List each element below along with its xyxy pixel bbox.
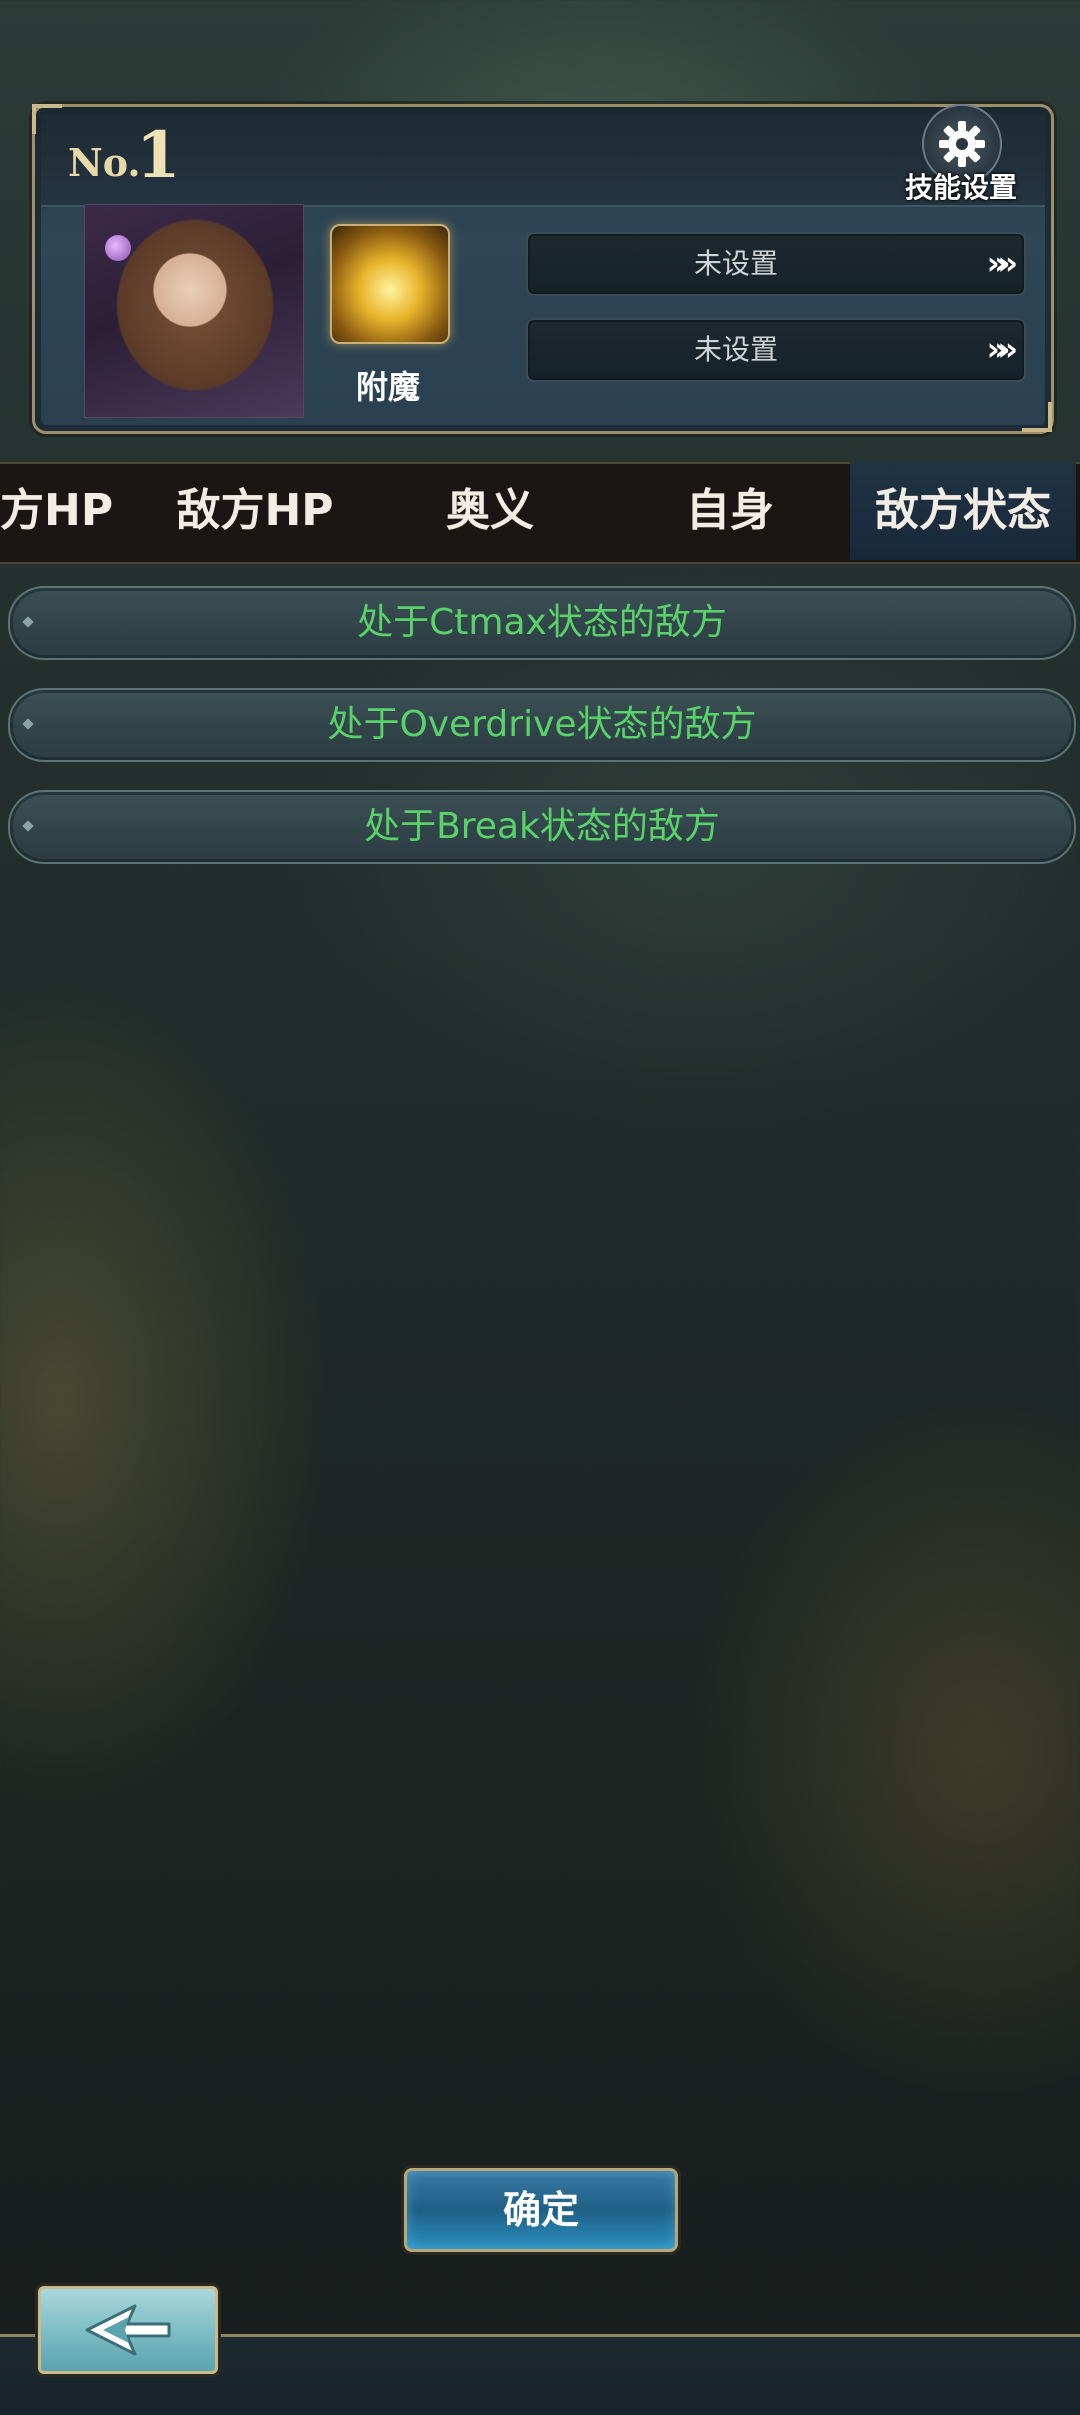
back-arrow-icon <box>85 2304 171 2356</box>
confirm-button[interactable]: 确定 <box>404 2168 678 2252</box>
card-number: 1 <box>136 118 181 193</box>
option-label: 处于Overdrive状态的敌方 <box>327 704 757 745</box>
card-corner-tl <box>32 104 62 134</box>
tab-ougi[interactable]: 奥义 <box>380 462 600 560</box>
character-portrait[interactable] <box>84 204 304 418</box>
enchant-skill-icon[interactable] <box>330 224 450 344</box>
tab-enemy-status[interactable]: 敌方状态 <box>850 462 1076 560</box>
card-header <box>41 113 1045 207</box>
condition-option-break[interactable]: 处于Break状态的敌方 <box>8 790 1076 864</box>
card-corner-br <box>1022 402 1052 432</box>
skill-label: 附魔 <box>355 368 420 406</box>
slot-1-arrow-icon: »» <box>986 244 1019 282</box>
card-number-prefix: No. <box>68 140 141 185</box>
condition-slot-2[interactable]: 未设置 »» <box>526 318 1026 382</box>
condition-slot-1[interactable]: 未设置 »» <box>526 232 1026 296</box>
tab-self-hp[interactable]: 方HP <box>0 462 113 560</box>
skill-settings-label[interactable]: 技能设置 <box>896 166 1026 206</box>
gear-icon <box>939 121 985 167</box>
slot-2-arrow-icon: »» <box>986 330 1019 368</box>
option-label: 处于Break状态的敌方 <box>364 806 720 847</box>
back-button[interactable] <box>38 2286 218 2374</box>
slot-2-text: 未设置 <box>693 333 778 366</box>
tab-enemy-hp[interactable]: 敌方HP <box>140 462 370 560</box>
tab-self[interactable]: 自身 <box>620 462 840 560</box>
condition-option-overdrive[interactable]: 处于Overdrive状态的敌方 <box>8 688 1076 762</box>
option-label: 处于Ctmax状态的敌方 <box>357 602 727 643</box>
slot-1-text: 未设置 <box>693 247 778 280</box>
condition-option-ctmax[interactable]: 处于Ctmax状态的敌方 <box>8 586 1076 660</box>
portrait-gem-icon <box>105 235 131 261</box>
